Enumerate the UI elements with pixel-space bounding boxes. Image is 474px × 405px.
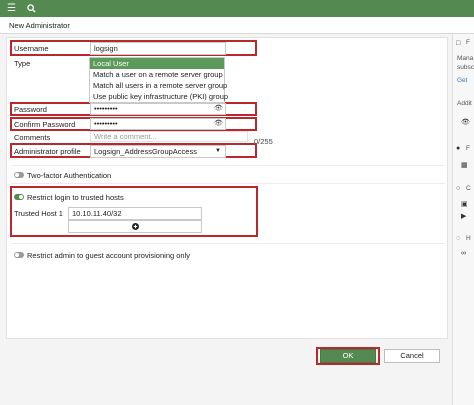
right-panel-link[interactable]: Get (457, 77, 467, 84)
trusted-host-label: Trusted Host 1 (14, 209, 63, 218)
type-option[interactable]: Local User (90, 58, 224, 69)
confirm-password-input[interactable]: ••••••••• (90, 118, 226, 130)
username-input[interactable]: logsign (90, 42, 226, 55)
type-option[interactable]: Match a user on a remote server group (90, 69, 224, 80)
cancel-button[interactable]: Cancel (384, 349, 440, 363)
comments-label: Comments (14, 133, 51, 142)
right-panel-heading: H (466, 235, 471, 242)
chat-icon: ◌ (456, 235, 461, 242)
hamburger-menu-icon[interactable]: ☰ (5, 2, 18, 15)
two-factor-label: Two-factor Authentication (27, 171, 112, 180)
video-icon[interactable]: ▶ (461, 212, 466, 220)
confirm-password-label: Confirm Password (14, 120, 76, 129)
document-icon: □ (456, 40, 461, 47)
show-password-eye-icon[interactable]: 👁 (214, 104, 223, 112)
link-icon[interactable]: ∞ (461, 250, 466, 257)
username-label: Username (14, 44, 49, 53)
admin-profile-label: Administrator profile (14, 147, 81, 156)
trusted-host-input[interactable]: 10.10.11.40/32 (68, 207, 202, 220)
divider (11, 183, 445, 184)
password-input[interactable]: ••••••••• (90, 103, 226, 115)
page-title: New Administrator (9, 21, 70, 30)
right-panel-text: subsc (457, 64, 474, 71)
grid-icon: ▦ (461, 162, 468, 169)
admin-profile-value: Logsign_AddressGroupAccess (94, 147, 197, 156)
chevron-down-icon: ▼ (215, 148, 221, 154)
right-info-panel: □ F Mana subsc Get Addit 👁 ● F ▦ ○ C ▣ ▶… (452, 34, 474, 405)
guest-provisioning-label: Restrict admin to guest account provisio… (27, 251, 191, 260)
admin-profile-select[interactable]: Logsign_AddressGroupAccess ▼ (90, 145, 226, 158)
right-panel-text: Addit (457, 100, 472, 107)
eye-icon[interactable]: 👁 (461, 118, 470, 126)
ok-button[interactable]: OK (320, 349, 376, 363)
right-panel-heading: C (466, 185, 471, 192)
divider (11, 243, 445, 244)
search-icon[interactable] (25, 2, 38, 15)
right-panel-heading: F (466, 145, 470, 152)
right-panel-heading: F (466, 39, 470, 46)
dialog-title-bar: New Administrator (0, 17, 474, 34)
book-icon[interactable]: ▣ (461, 200, 468, 208)
add-trusted-host-button[interactable] (68, 220, 202, 233)
plus-circle-icon (131, 223, 139, 230)
help-icon: ○ (456, 185, 461, 192)
password-label: Password (14, 105, 47, 114)
divider (11, 165, 445, 166)
right-panel-text: Mana (457, 55, 474, 62)
restrict-login-toggle[interactable] (14, 194, 24, 200)
top-navigation-bar: ☰ (0, 0, 474, 17)
two-factor-toggle[interactable] (14, 172, 24, 178)
type-label: Type (14, 59, 31, 68)
type-option[interactable]: Use public key infrastructure (PKI) grou… (90, 91, 228, 102)
type-dropdown[interactable]: Local User Match a user on a remote serv… (89, 57, 228, 103)
guest-provisioning-toggle[interactable] (14, 252, 24, 258)
user-group-icon: ● (456, 145, 461, 152)
show-confirm-password-eye-icon[interactable]: 👁 (214, 119, 223, 127)
type-option[interactable]: Match all users in a remote server group (90, 80, 227, 91)
comments-textarea[interactable]: Write a comment... (90, 131, 248, 142)
restrict-login-label: Restrict login to trusted hosts (27, 193, 124, 202)
